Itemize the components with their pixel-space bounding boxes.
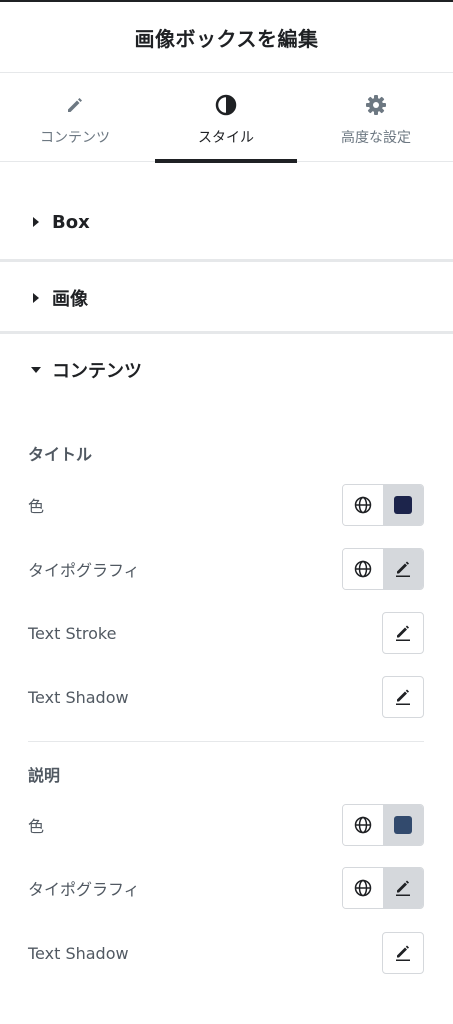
section-image-header[interactable]: 画像 <box>0 262 453 334</box>
caret-right-icon <box>30 292 42 304</box>
section-box-header[interactable]: Box <box>0 186 453 258</box>
title-text-stroke-control: Text Stroke <box>28 612 424 654</box>
global-colors-globe-icon[interactable] <box>343 485 383 525</box>
group-divider <box>28 741 424 742</box>
description-typography-control-group <box>342 867 424 909</box>
edit-pencil-icon[interactable] <box>383 549 423 589</box>
description-color-control: 色 <box>28 804 424 846</box>
description-text-shadow-control: Text Shadow <box>28 932 424 974</box>
tab-advanced[interactable]: 高度な設定 <box>305 74 447 162</box>
contrast-icon <box>215 94 237 116</box>
global-typography-globe-icon[interactable] <box>343 868 383 908</box>
title-typography-label: タイポグラフィ <box>28 561 140 580</box>
tab-content[interactable]: コンテンツ <box>4 74 146 162</box>
title-text-shadow-control: Text Shadow <box>28 676 424 718</box>
caret-down-icon <box>30 364 42 376</box>
edit-pencil-icon[interactable] <box>382 612 424 654</box>
tab-style-label: スタイル <box>198 130 254 146</box>
caret-right-icon <box>30 216 42 228</box>
description-color-swatch-fill <box>394 816 412 834</box>
tab-content-label: コンテンツ <box>40 130 110 146</box>
tab-style[interactable]: スタイル <box>155 74 297 163</box>
title-color-control: 色 <box>28 484 424 526</box>
title-color-control-group <box>342 484 424 526</box>
title-text-stroke-label: Text Stroke <box>28 623 117 643</box>
gear-icon <box>365 94 387 116</box>
edit-pencil-icon[interactable] <box>382 676 424 718</box>
title-color-label: 色 <box>28 497 45 516</box>
tab-bar: コンテンツ スタイル 高度な設定 <box>0 74 453 163</box>
description-color-label: 色 <box>28 817 45 836</box>
title-color-swatch-fill <box>394 496 412 514</box>
title-color-swatch[interactable] <box>383 485 423 525</box>
description-group-heading: 説明 <box>28 766 61 785</box>
panel-title: 画像ボックスを編集 <box>134 26 319 51</box>
description-text-shadow-label: Text Shadow <box>28 943 129 963</box>
section-box-title: Box <box>52 211 90 233</box>
section-content-header[interactable]: コンテンツ <box>0 334 453 406</box>
description-color-control-group <box>342 804 424 846</box>
description-typography-label: タイポグラフィ <box>28 880 140 899</box>
title-text-shadow-label: Text Shadow <box>28 687 129 707</box>
edit-pencil-icon[interactable] <box>383 868 423 908</box>
pencil-icon <box>64 94 86 116</box>
section-content-title: コンテンツ <box>52 361 142 382</box>
global-colors-globe-icon[interactable] <box>343 805 383 845</box>
title-typography-control: タイポグラフィ <box>28 548 424 590</box>
title-typography-control-group <box>342 548 424 590</box>
description-color-swatch[interactable] <box>383 805 423 845</box>
panel-header: 画像ボックスを編集 <box>0 2 453 73</box>
tab-advanced-label: 高度な設定 <box>341 130 411 146</box>
title-group-heading: タイトル <box>28 445 93 464</box>
edit-pencil-icon[interactable] <box>382 932 424 974</box>
global-typography-globe-icon[interactable] <box>343 549 383 589</box>
description-typography-control: タイポグラフィ <box>28 867 424 909</box>
section-image-title: 画像 <box>52 289 88 310</box>
